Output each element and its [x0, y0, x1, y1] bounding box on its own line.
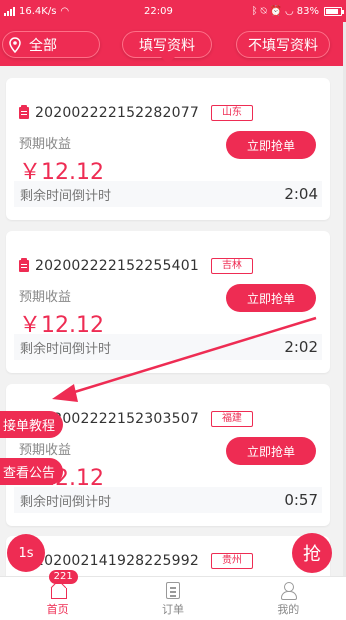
order-card: 202002222152255401 吉林 预期收益 ￥12.12 立即抢单 剩…	[6, 231, 330, 373]
announcement-button[interactable]: 查看公告	[0, 458, 64, 485]
grab-float-button[interactable]: 抢	[292, 533, 332, 573]
battery-percent: 83%	[296, 5, 319, 17]
countdown-time: 0:57	[284, 491, 318, 509]
timer-button[interactable]: 1s	[7, 534, 45, 572]
alarm-icon: ⏰	[269, 5, 283, 17]
wifi-icon: ◠	[60, 5, 70, 17]
location-filter-button[interactable]: 全部	[2, 31, 100, 58]
nav-orders[interactable]: 订单	[115, 577, 230, 620]
order-id: 202002222152282077	[35, 105, 199, 121]
countdown-label: 剩余时间倒计时	[20, 494, 112, 510]
mute-icon: ⍉	[260, 5, 267, 17]
network-speed: 16.4K/s	[19, 5, 57, 17]
nav-me[interactable]: 我的	[231, 577, 346, 620]
battery-icon	[324, 6, 344, 16]
signal-icon	[4, 6, 15, 16]
header: 全部 填写资料 不填写资料	[0, 22, 346, 66]
order-card: 202002222152282077 山东 预期收益 ￥12.12 立即抢单 剩…	[6, 78, 330, 220]
order-feed[interactable]: 202002222152282077 山东 预期收益 ￥12.12 立即抢单 剩…	[0, 66, 346, 576]
document-icon	[165, 582, 180, 599]
countdown-time: 2:04	[284, 185, 318, 203]
nav-orders-label: 订单	[161, 603, 184, 616]
clock: 22:09	[144, 5, 173, 17]
grab-order-button[interactable]: 立即抢单	[226, 284, 316, 312]
tab-fill-info[interactable]: 填写资料	[122, 31, 212, 64]
nav-home-label: 首页	[46, 603, 69, 616]
grab-order-button[interactable]: 立即抢单	[226, 131, 316, 159]
order-id: 202002222152255401	[35, 258, 199, 274]
location-pin-icon	[9, 36, 21, 53]
order-id: 202002141928225992	[35, 553, 199, 569]
region-tag: 福建	[210, 411, 253, 427]
nav-me-label: 我的	[277, 603, 300, 616]
clipboard-icon	[19, 105, 29, 119]
countdown-row: 剩余时间倒计时 0:57	[14, 487, 322, 513]
countdown-label: 剩余时间倒计时	[20, 341, 112, 357]
status-bar: 16.4K/s ◠ 22:09 ᛒ ⍉ ⏰ ◡ 83%	[0, 0, 346, 22]
grab-order-button[interactable]: 立即抢单	[226, 437, 316, 465]
earn-label: 预期收益	[19, 443, 72, 458]
countdown-row: 剩余时间倒计时 2:04	[14, 181, 322, 207]
earn-label: 预期收益	[19, 290, 72, 305]
bluetooth-icon: ᛒ	[251, 5, 258, 17]
countdown-label: 剩余时间倒计时	[20, 188, 112, 204]
nav-home[interactable]: 221 首页	[0, 570, 115, 620]
region-tag: 吉林	[210, 258, 253, 274]
earn-label: 预期收益	[19, 137, 72, 152]
tab-no-fill-info[interactable]: 不填写资料	[236, 31, 330, 58]
home-icon	[48, 581, 68, 599]
region-tag: 山东	[210, 105, 253, 121]
region-tag: 贵州	[210, 553, 253, 569]
countdown-row: 剩余时间倒计时 2:02	[14, 334, 322, 360]
tutorial-button[interactable]: 接单教程	[0, 411, 64, 438]
user-icon	[278, 581, 298, 600]
location-label: 全部	[29, 37, 57, 54]
bottom-nav: 221 首页 订单 我的	[0, 570, 346, 620]
headset-icon: ◡	[285, 5, 294, 17]
clipboard-icon	[19, 258, 29, 272]
countdown-time: 2:02	[284, 338, 318, 356]
order-card: 202002222152303507 福建 预期收益 ￥12.12 立即抢单 剩…	[6, 384, 330, 526]
